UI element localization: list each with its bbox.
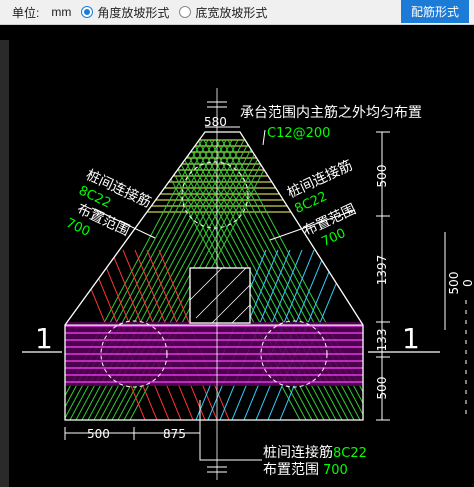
dim-far-1: 500 (447, 272, 461, 295)
radio-angle-slope-label: 角度放坡形式 (97, 5, 170, 20)
unit-value: mm (51, 5, 72, 19)
radio-angle-slope[interactable]: 角度放坡形式 (81, 4, 169, 21)
main-rebar-note: 承台范围内主筋之外均匀布置 (240, 104, 422, 121)
bottom-leader (199, 400, 262, 461)
top-dim-value: 580 (204, 115, 227, 129)
section-left-mark: 1 (35, 322, 53, 355)
pile-cap-drawing: 1 1 580 500 1397 133 500 500 0 500 875 承… (22, 88, 474, 480)
bottom-pile-label: 桩间连接筋8C22 (263, 444, 367, 461)
dim-far-2: 0 (461, 279, 474, 287)
main-note-leader (262, 129, 266, 146)
toolbar: 单位: mm 角度放坡形式 底宽放坡形式 配筋形式 (0, 0, 474, 25)
dim-right-1: 500 (375, 165, 389, 188)
dim-bottom-1: 500 (87, 427, 110, 441)
unit-label: 单位: (12, 5, 40, 20)
radio-selected-icon (81, 6, 94, 18)
dim-right-3: 133 (375, 329, 389, 352)
vertical-scrollbar[interactable] (0, 40, 9, 487)
dim-bottom-2: 875 (163, 427, 186, 441)
bottom-range-label: 布置范围 700 (263, 461, 348, 478)
main-rebar-spec: C12@200 (267, 126, 330, 141)
radio-unselected-icon (179, 6, 192, 18)
dim-right-4: 500 (375, 377, 389, 400)
drawing-canvas[interactable]: 1 1 580 500 1397 133 500 500 0 500 875 承… (0, 25, 474, 487)
radio-width-slope-label: 底宽放坡形式 (195, 5, 268, 20)
dim-right-2: 1397 (375, 255, 389, 286)
section-right-mark: 1 (402, 322, 420, 355)
rebar-form-button[interactable]: 配筋形式 (401, 0, 469, 23)
radio-width-slope[interactable]: 底宽放坡形式 (179, 4, 267, 21)
